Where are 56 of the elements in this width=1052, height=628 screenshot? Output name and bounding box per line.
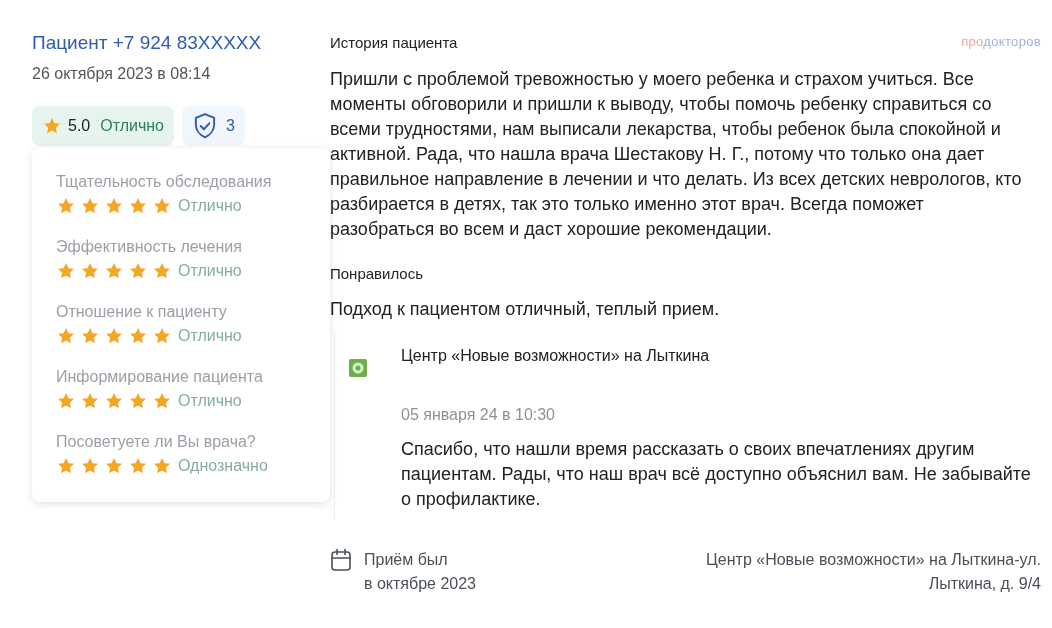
clinic-address[interactable]: Лыткина, д. 9/4 xyxy=(928,572,1041,596)
section-title: Понравилось xyxy=(330,263,425,284)
star-icon xyxy=(152,261,172,281)
star-icon xyxy=(152,391,172,411)
star-icon xyxy=(56,326,76,346)
star-icon xyxy=(80,196,100,216)
star-icon xyxy=(104,326,124,346)
visit-text: в октябре 2023 xyxy=(364,574,476,594)
star-icon xyxy=(128,456,148,476)
star-icon xyxy=(56,456,76,476)
rating-verdict: Отлично xyxy=(178,391,242,411)
rating-verdict: Отлично xyxy=(178,261,242,281)
verified-count: 3 xyxy=(226,116,235,136)
rating-verdict: Отлично xyxy=(178,196,242,216)
rating-verdict: Отлично xyxy=(100,116,164,136)
shield-check-icon xyxy=(192,112,218,140)
star-icon xyxy=(56,261,76,281)
star-icon xyxy=(152,326,172,346)
star-icon xyxy=(128,261,148,281)
star-icon xyxy=(104,196,124,216)
star-icon xyxy=(80,326,100,346)
rating-label: Тщательность обследования xyxy=(56,172,273,192)
star-icon xyxy=(56,196,76,216)
verified-badge[interactable]: 3 xyxy=(182,106,245,146)
star-icon xyxy=(104,456,124,476)
calendar-icon xyxy=(330,548,352,572)
rating-label: Эффективность лечения xyxy=(56,237,243,257)
clinic-logo-icon xyxy=(349,359,367,377)
star-icon xyxy=(56,391,76,411)
rating-label: Посоветуете ли Вы врача? xyxy=(56,432,257,452)
star-icon xyxy=(152,456,172,476)
review-date: 26 октября 2023 в 08:14 xyxy=(32,64,212,84)
star-icon xyxy=(128,326,148,346)
reply-text: Спасибо, что нашли время рассказать о своих впечатлениях другим пациентам. Рады, что наш врач всё доступно объяснил вам. Не забывайте о профилактике. xyxy=(401,438,1032,511)
star-icon xyxy=(104,391,124,411)
rating-score: 5.0 xyxy=(68,116,91,136)
star-icon xyxy=(128,196,148,216)
rating-label: Информирование пациента xyxy=(56,367,264,387)
clinic-name[interactable]: Центр «Новые возможности» на Лыткина xyxy=(401,344,1041,368)
reply-date: 05 января 24 в 10:30 xyxy=(401,405,556,425)
author-name[interactable]: Пациент +7 924 83XXXXX xyxy=(32,31,330,55)
star-icon xyxy=(104,261,124,281)
rating-verdict: Отлично xyxy=(178,326,242,346)
star-icon xyxy=(152,196,172,216)
rating-label: Отношение к пациенту xyxy=(56,302,228,322)
rating-verdict: Однозначно xyxy=(178,456,268,476)
liked-text: Подход к пациентом отличный, теплый прием. xyxy=(330,298,721,321)
star-icon xyxy=(128,391,148,411)
star-icon xyxy=(42,116,62,136)
history-text: Пришли с проблемой тревожностью у моего ребенка и страхом учиться. Все моменты обговорили и пришли к выводу, чтобы помочь ребенку справиться со всеми трудностями, нам выписали лекарства, чтобы ребенок была спокойной и активной. Рада, что нашла врача Шестакову Н. Г., потому что только она дает правильное направление в лечении и что делать. Из всех детских неврологов, кто разбирается в детях, так это только именно этот врач. Всегда поможет разобраться во всем и даст хорошие рекомендации. xyxy=(330,67,1023,241)
star-icon xyxy=(80,456,100,476)
visit-text: Приём был xyxy=(364,550,449,570)
section-title: История пациента xyxy=(330,33,458,53)
clinic-address[interactable]: Центр «Новые возможности» на Лыткина-ул. xyxy=(706,548,1041,572)
star-icon xyxy=(80,391,100,411)
star-icon xyxy=(80,261,100,281)
